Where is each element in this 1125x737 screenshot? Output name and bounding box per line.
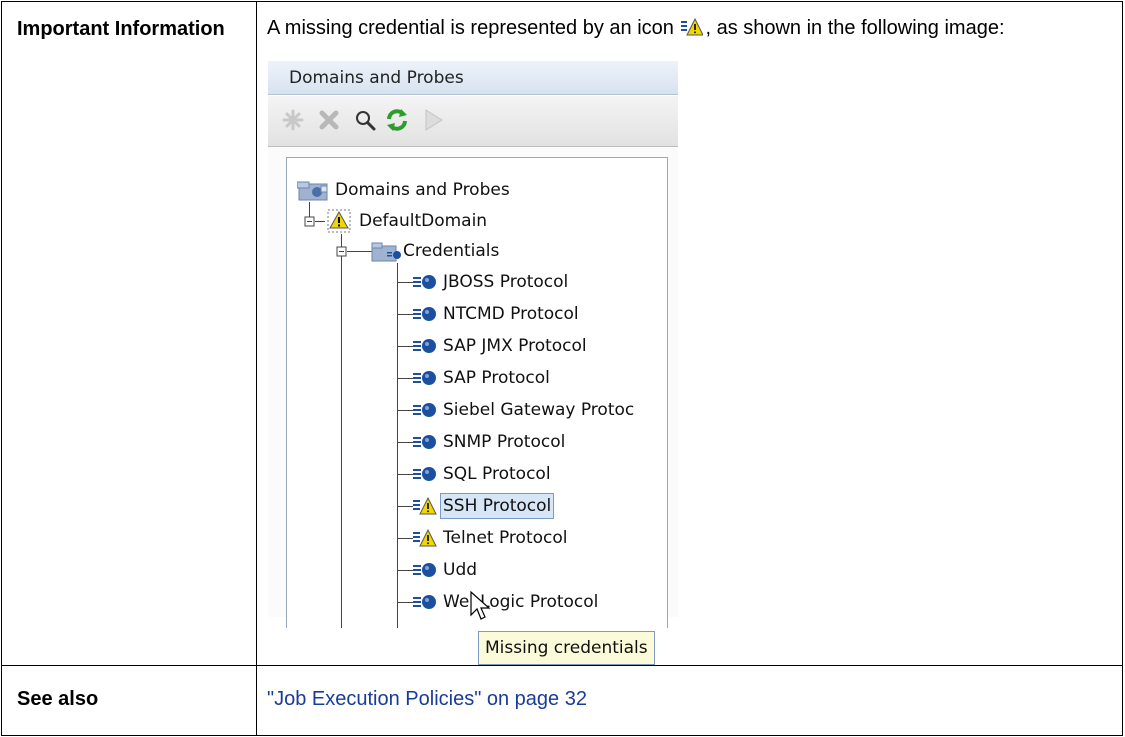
run-icon[interactable] <box>418 105 448 135</box>
protocol-label: SSH Protocol <box>440 493 555 519</box>
domain-warning-icon <box>327 209 353 242</box>
tree-domain-label: DefaultDomain <box>359 211 488 231</box>
tree-root[interactable]: Domains and Probes <box>296 176 657 204</box>
protocol-item[interactable]: SNMP Protocol <box>399 428 659 456</box>
protocol-label: Udd <box>443 560 478 580</box>
row-label-important: Important Information <box>17 18 225 40</box>
search-icon[interactable] <box>350 105 380 135</box>
info-table: Important Information A missing credenti… <box>1 1 1123 737</box>
protocol-item[interactable]: JBOSS Protocol <box>399 268 659 296</box>
protocol-label: NTCMD Protocol <box>443 304 579 324</box>
label-cell: See also <box>1 664 257 737</box>
domains-probes-screenshot: Domains and Probes Domains and Probes De… <box>268 61 678 665</box>
job-execution-policies-link[interactable]: "Job Execution Policies" on page 32 <box>257 666 1122 712</box>
protocol-label: Siebel Gateway Protoc <box>443 400 635 420</box>
protocol-item[interactable]: Udd <box>399 556 659 584</box>
new-icon[interactable] <box>278 105 308 135</box>
content-cell: A missing credential is represented by a… <box>256 1 1123 666</box>
protocol-item[interactable]: Telnet Protocol <box>399 524 659 552</box>
missing-credential-icon <box>413 496 437 525</box>
tree-domain[interactable]: DefaultDomain <box>327 207 657 235</box>
protocol-icon <box>413 272 437 301</box>
refresh-icon[interactable] <box>382 105 412 135</box>
protocol-item[interactable]: SQL Protocol <box>399 460 659 488</box>
protocol-icon <box>413 304 437 333</box>
protocol-item[interactable]: Siebel Gateway Protoc <box>399 396 659 424</box>
tree-credentials-folder[interactable]: Credentials <box>371 237 661 265</box>
content-cell: "Job Execution Policies" on page 32 <box>256 664 1123 737</box>
panel-title: Domains and Probes <box>268 61 678 95</box>
protocol-item[interactable]: NTCMD Protocol <box>399 300 659 328</box>
protocol-label: Telnet Protocol <box>443 528 568 548</box>
protocol-label: SNMP Protocol <box>443 432 566 452</box>
protocol-label: WebLogic Protocol <box>443 592 599 612</box>
protocol-item[interactable]: SAP Protocol <box>399 364 659 392</box>
protocol-label: SQL Protocol <box>443 464 551 484</box>
important-information-row: Important Information A missing credenti… <box>1 1 1123 666</box>
protocol-icon <box>413 368 437 397</box>
description-text: A missing credential is represented by a… <box>257 2 1122 45</box>
tree-panel: Domains and Probes DefaultDomain Credent… <box>268 147 678 665</box>
description-part-2: , as shown in the following image: <box>705 17 1005 39</box>
protocol-item[interactable]: SSH Protocol <box>399 492 659 520</box>
protocol-label: SAP Protocol <box>443 368 550 388</box>
protocol-icon <box>413 464 437 493</box>
missing-credential-icon <box>681 16 705 45</box>
protocol-icon <box>413 336 437 365</box>
protocol-icon <box>413 560 437 589</box>
tree-root-label: Domains and Probes <box>335 180 510 200</box>
see-also-row: See also "Job Execution Policies" on pag… <box>1 664 1123 737</box>
tree-credentials-label: Credentials <box>403 241 500 261</box>
domains-tree: Domains and Probes DefaultDomain Credent… <box>286 157 668 628</box>
protocol-item[interactable]: WebLogic Protocol <box>399 588 659 616</box>
missing-credentials-tooltip: Missing credentials <box>478 631 655 665</box>
delete-icon[interactable] <box>314 105 344 135</box>
protocol-icon <box>413 432 437 461</box>
protocol-item[interactable]: SAP JMX Protocol <box>399 332 659 360</box>
protocol-label: SAP JMX Protocol <box>443 336 587 356</box>
row-label-see-also: See also <box>17 687 99 710</box>
mouse-cursor-icon <box>470 591 491 620</box>
protocol-label: JBOSS Protocol <box>443 272 569 292</box>
protocol-icon <box>413 400 437 429</box>
panel-toolbar <box>268 96 678 147</box>
description-part-1: A missing credential is represented by a… <box>267 17 674 39</box>
label-cell: Important Information <box>1 1 257 666</box>
protocol-icon <box>413 592 437 621</box>
missing-credential-icon <box>413 528 437 557</box>
